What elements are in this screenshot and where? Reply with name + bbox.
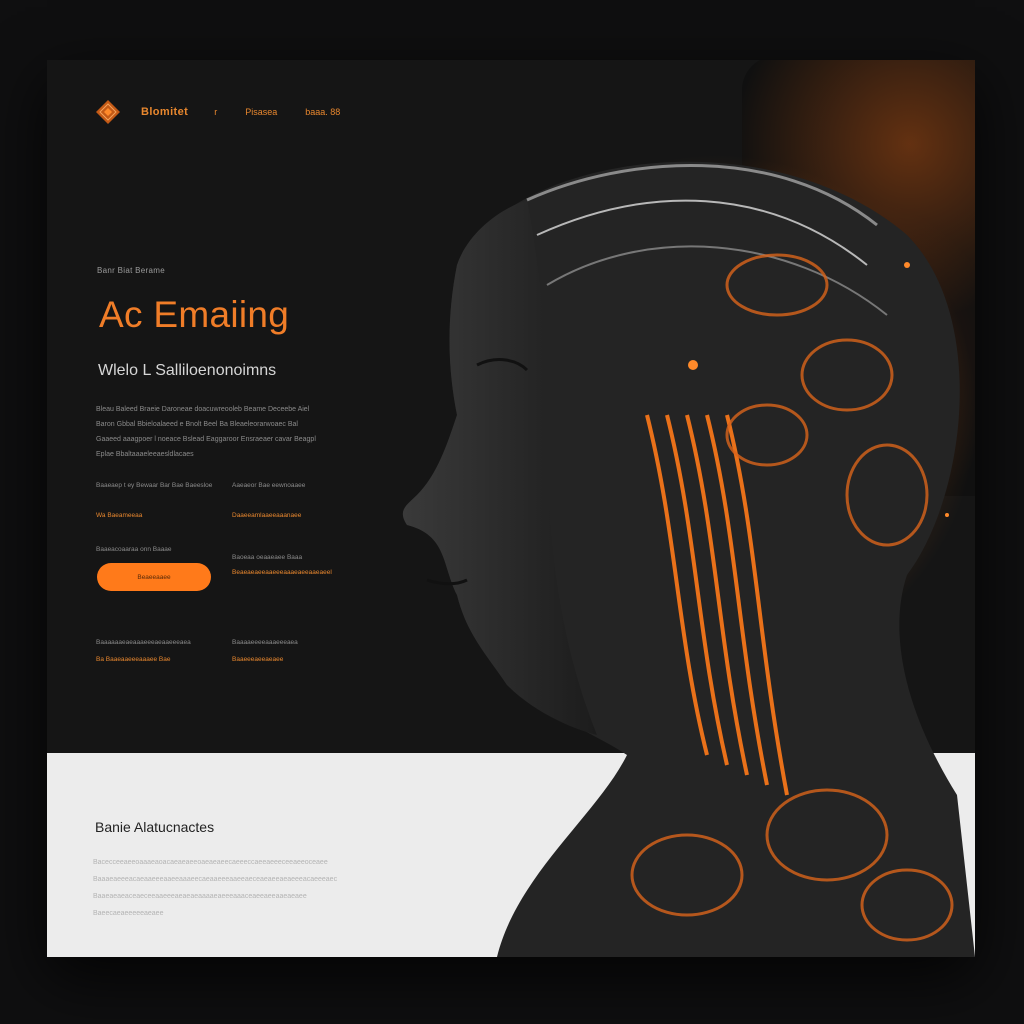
info-text-5: Baaaaaaeaeaaaeeeaeaaeeeaea [96,639,191,646]
page-frame: Blomitet r Pisasea baaa. 88 Banr Biat Be… [47,60,975,957]
info-link-1[interactable]: Wa Baeameeaa [96,512,142,519]
info-link-5[interactable]: Ba Baaeaaeeeaaaee Bae [96,656,170,663]
diamond-logo-icon[interactable] [95,99,121,125]
info-link-2[interactable]: Daaeeamlaaeeaaanaee [232,512,301,519]
lower-paragraph: Bacecceeaeeoaaaeaoacaeaeaeeoaeaeaeecaeee… [93,859,338,917]
hero-subtitle: Wlelo L Salliloenonoimns [98,362,277,379]
eyebrow-text: Banr Biat Berame [97,266,165,275]
info-text-1: Baaeaep t ey Bewaar Bar Bae Baeesloe [96,482,213,489]
hero-paragraph: Bleau Baleed Braeie Daroneae doacuwreool… [96,406,316,458]
nav-item-3[interactable]: baaa. 88 [305,107,340,117]
info-text-3: Baaeacoaaraa onn Baaae [96,546,172,553]
primary-cta-button[interactable]: Beaeeaaee [97,563,211,591]
hero-head-illustration [402,155,975,957]
info-text-6: Baaaaeeeeaaaeeeaea [232,639,298,646]
info-text-2: Aaeaeor Bae eewnoaaee [232,482,306,489]
nav-item-2[interactable]: Pisasea [245,107,277,117]
top-nav: Blomitet r Pisasea baaa. 88 [95,100,368,124]
info-text-4: Baoeaa oeaaeaee Baaa [232,554,303,561]
lower-heading: Banie Alatucnactes [95,819,215,835]
nav-item-1[interactable]: r [214,107,217,117]
brand-name[interactable]: Blomitet [141,106,188,118]
hero-title: Ac Emaiing [99,294,290,335]
info-link-4[interactable]: Beaeaeaeeaaeeeaaaeaeeaaeaeel [232,569,332,576]
info-link-6[interactable]: Baaeeeaeeaeaee [232,656,283,663]
